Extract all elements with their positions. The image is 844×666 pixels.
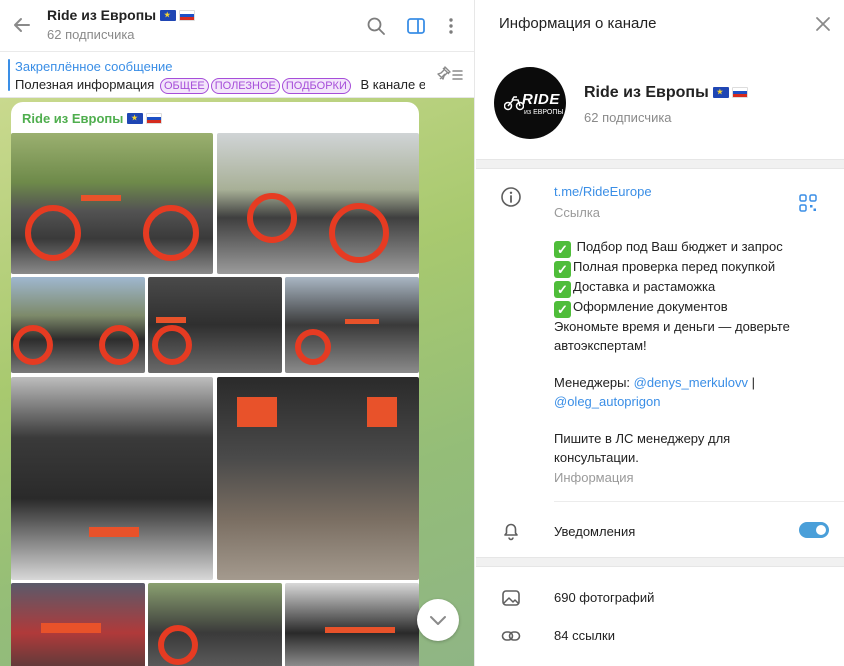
- channel-link-label: Ссылка: [554, 205, 601, 220]
- message-photo[interactable]: [217, 133, 419, 274]
- pinned-text: Полезная информация ОБЩЕЕ ПОЛЕЗНОЕ ПОДБОРК…: [15, 77, 425, 94]
- description-label: Информация: [554, 470, 634, 485]
- description-line: Пишите в ЛС менеджеру для: [554, 431, 731, 447]
- eu-flag-icon: [160, 10, 177, 21]
- managers-prefix: Менеджеры:: [554, 375, 634, 391]
- notifications-toggle[interactable]: [799, 522, 829, 538]
- chat-title[interactable]: Ride из Европы: [47, 7, 196, 23]
- message-photo[interactable]: [217, 377, 419, 580]
- info-header: Информация о канале: [476, 0, 844, 47]
- links-count-link[interactable]: 84 ссылки: [554, 628, 615, 643]
- ru-flag-icon: [731, 87, 748, 98]
- description-line: ✓ Подбор под Ваш бюджет и запрос: [554, 238, 824, 258]
- info-panel-title: Информация о канале: [499, 15, 657, 32]
- notifications-label: Уведомления: [554, 524, 636, 539]
- scroll-down-button[interactable]: [417, 599, 459, 641]
- section-divider: [476, 557, 844, 567]
- pinned-tag: ОБЩЕЕ: [159, 78, 209, 94]
- channel-name: Ride из Европы: [584, 84, 748, 102]
- description-item: Подбор под Ваш бюджет и запрос: [576, 239, 783, 254]
- pinned-text-main: Полезная информация: [15, 77, 155, 92]
- more-options-icon[interactable]: [437, 12, 465, 40]
- channel-description: ✓ Подбор под Ваш бюджет и запрос ✓ Полная…: [554, 238, 824, 468]
- message-photo[interactable]: [11, 377, 213, 580]
- check-mark-icon: ✓: [554, 241, 571, 258]
- close-icon[interactable]: [812, 13, 834, 35]
- message-photo[interactable]: [11, 583, 145, 666]
- check-mark-icon: ✓: [554, 281, 571, 298]
- message-photo[interactable]: [285, 583, 419, 666]
- chat-subscriber-count: 62 подписчика: [47, 27, 135, 42]
- chat-panel: Ride из Европы 62 подписчика Закреплённо…: [0, 0, 475, 666]
- toggle-knob: [814, 523, 828, 537]
- pinned-list-icon[interactable]: [436, 64, 464, 86]
- manager-mention-link[interactable]: @oleg_autoprigon: [554, 394, 660, 409]
- message-photo[interactable]: [11, 133, 213, 274]
- back-arrow-icon[interactable]: [10, 14, 34, 38]
- channel-info-panel: Информация о канале RIDE из ЕВРОПЫ Ride …: [476, 0, 844, 666]
- description-line: @oleg_autoprigon: [554, 393, 824, 412]
- pinned-indicator-bar: [8, 59, 10, 91]
- channel-link[interactable]: t.me/RideEurope: [554, 184, 652, 199]
- description-line: ✓ Доставка и растаможка: [554, 278, 824, 298]
- description-line: Экономьте время и деньги — доверьте: [554, 319, 790, 334]
- message-photo[interactable]: [148, 583, 282, 666]
- pinned-title: Закреплённое сообщение: [15, 59, 173, 74]
- pinned-tag: ПОЛЕЗНОЕ: [210, 78, 280, 94]
- qr-code-icon[interactable]: [798, 193, 818, 213]
- manager-mention-link[interactable]: @denys_merkulovv: [634, 375, 748, 390]
- message-bubble[interactable]: Ride из Европы: [11, 102, 419, 666]
- chat-title-text: Ride из Европы: [47, 7, 157, 23]
- divider: [554, 501, 844, 502]
- description-item: Полная проверка перед покупкой: [573, 259, 776, 274]
- chat-header: Ride из Европы 62 подписчика: [0, 0, 474, 52]
- motorcycle-logo-icon: [504, 96, 524, 111]
- channel-avatar[interactable]: RIDE из ЕВРОПЫ: [494, 67, 566, 139]
- side-panel-toggle-icon[interactable]: [402, 12, 430, 40]
- bell-icon: [500, 520, 522, 542]
- message-photo[interactable]: [11, 277, 145, 373]
- pinned-message[interactable]: Закреплённое сообщение Полезная информац…: [0, 52, 474, 98]
- link-icon: [500, 625, 522, 647]
- section-divider: [476, 159, 844, 169]
- info-icon: [500, 186, 522, 208]
- chevron-down-icon: [430, 616, 446, 625]
- avatar-logo-subtext: из ЕВРОПЫ: [524, 109, 564, 116]
- managers-separator: |: [748, 375, 755, 391]
- description-line: ✓ Полная проверка перед покупкой: [554, 258, 824, 278]
- search-icon[interactable]: [362, 12, 390, 40]
- description-line: автоэкспертам!: [554, 337, 647, 353]
- ru-flag-icon: [146, 113, 163, 124]
- message-author-text: Ride из Европы: [22, 111, 124, 126]
- channel-subscriber-count: 62 подписчика: [584, 110, 672, 125]
- pinned-tag: ПОДБОРКИ: [281, 78, 351, 94]
- description-item: Доставка и растаможка: [573, 279, 716, 294]
- eu-flag-icon: [712, 87, 729, 98]
- description-line: ✓ Оформление документов: [554, 298, 824, 318]
- photos-count-link[interactable]: 690 фотографий: [554, 590, 654, 605]
- description-managers: Менеджеры: @denys_merkulovv |: [554, 374, 824, 393]
- channel-name-text: Ride из Европы: [584, 84, 709, 101]
- message-photo[interactable]: [285, 277, 419, 373]
- check-mark-icon: ✓: [554, 261, 571, 278]
- eu-flag-icon: [127, 113, 144, 124]
- description-item: Оформление документов: [573, 299, 728, 314]
- avatar-logo-text: RIDE: [522, 91, 560, 108]
- check-mark-icon: ✓: [554, 301, 571, 318]
- description-line: консультации.: [554, 449, 639, 465]
- pinned-text-trailing: В канале ест...: [360, 77, 426, 92]
- ru-flag-icon: [179, 10, 196, 21]
- message-author[interactable]: Ride из Европы: [22, 111, 163, 126]
- message-photo[interactable]: [148, 277, 282, 373]
- photo-icon: [500, 587, 522, 609]
